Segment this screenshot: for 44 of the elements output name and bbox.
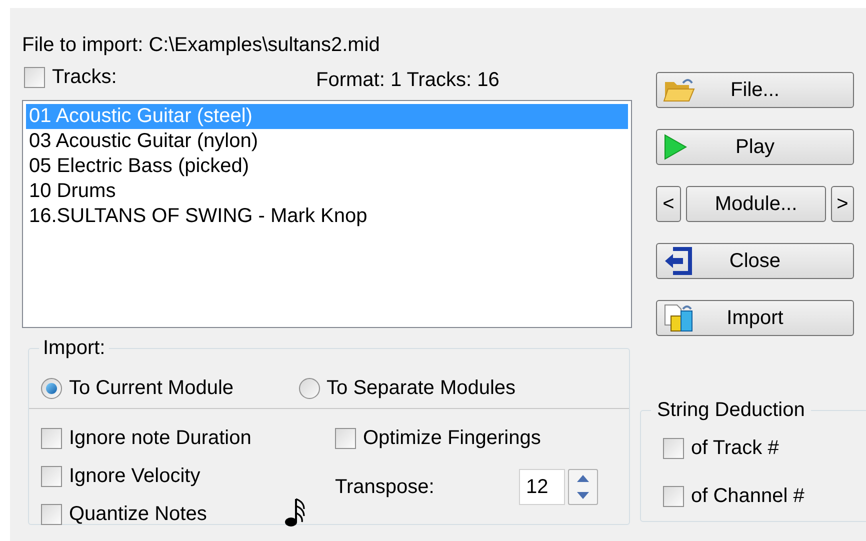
checkbox-label: of Track # xyxy=(691,436,779,461)
track-item[interactable]: 05 Electric Bass (picked) xyxy=(26,154,628,179)
checkbox-label: Quantize Notes xyxy=(69,502,207,527)
track-item[interactable]: 10 Drums xyxy=(26,179,628,204)
checkbox-label: Optimize Fingerings xyxy=(363,426,541,451)
radio-button[interactable] xyxy=(298,378,320,398)
track-item[interactable]: 03 Acoustic Guitar (nylon) xyxy=(26,129,628,154)
file-button[interactable]: File... xyxy=(656,72,854,108)
checkbox[interactable] xyxy=(41,504,62,524)
checkbox[interactable] xyxy=(41,428,62,448)
module-button[interactable]: Module... xyxy=(686,186,826,222)
file-path-label: File to import: C:\Examples\sultans2.mid xyxy=(22,33,381,56)
import-button[interactable]: Import xyxy=(656,300,854,336)
checkbox[interactable] xyxy=(41,466,62,486)
transpose-label: Transpose: xyxy=(335,475,436,500)
folder-icon xyxy=(663,77,695,103)
track-list[interactable]: 01 Acoustic Guitar (steel) 03 Acoustic Guitar (nylon) 05 Electric Bass (picked) 10 Drums 16.SULTANS OF SWING - Mark Knop xyxy=(22,100,632,328)
close-button[interactable]: Close xyxy=(656,243,854,279)
checkbox-label: Ignore note Duration xyxy=(69,426,252,451)
checkbox[interactable] xyxy=(335,428,356,448)
play-button[interactable]: Play xyxy=(656,129,854,165)
format-info: Format: 1 Tracks: 16 xyxy=(316,68,500,93)
checkbox[interactable] xyxy=(24,66,45,88)
exit-icon xyxy=(663,247,693,275)
group-title: Import: xyxy=(39,337,110,359)
up-arrow-icon xyxy=(577,475,589,482)
radio-label: To Separate Modules xyxy=(326,376,516,401)
import-icon xyxy=(663,303,695,333)
checkbox-label: Tracks: xyxy=(52,65,117,90)
music-note-icon xyxy=(285,497,307,527)
checkbox[interactable] xyxy=(663,486,684,506)
next-button[interactable]: > xyxy=(831,186,854,222)
radio-label: To Current Module xyxy=(69,376,234,401)
transpose-field[interactable]: 12 xyxy=(519,469,565,505)
play-icon xyxy=(663,134,687,160)
checkbox[interactable] xyxy=(663,438,684,458)
track-item[interactable]: 16.SULTANS OF SWING - Mark Knop xyxy=(26,204,628,229)
radio-button[interactable] xyxy=(41,378,62,398)
group-title: String Deduction xyxy=(651,399,811,421)
down-arrow-icon xyxy=(577,492,589,499)
checkbox-label: Ignore Velocity xyxy=(69,464,200,489)
previous-button[interactable]: < xyxy=(656,186,681,222)
spin-button[interactable] xyxy=(568,469,598,505)
checkbox-label: of Channel # xyxy=(691,484,804,509)
